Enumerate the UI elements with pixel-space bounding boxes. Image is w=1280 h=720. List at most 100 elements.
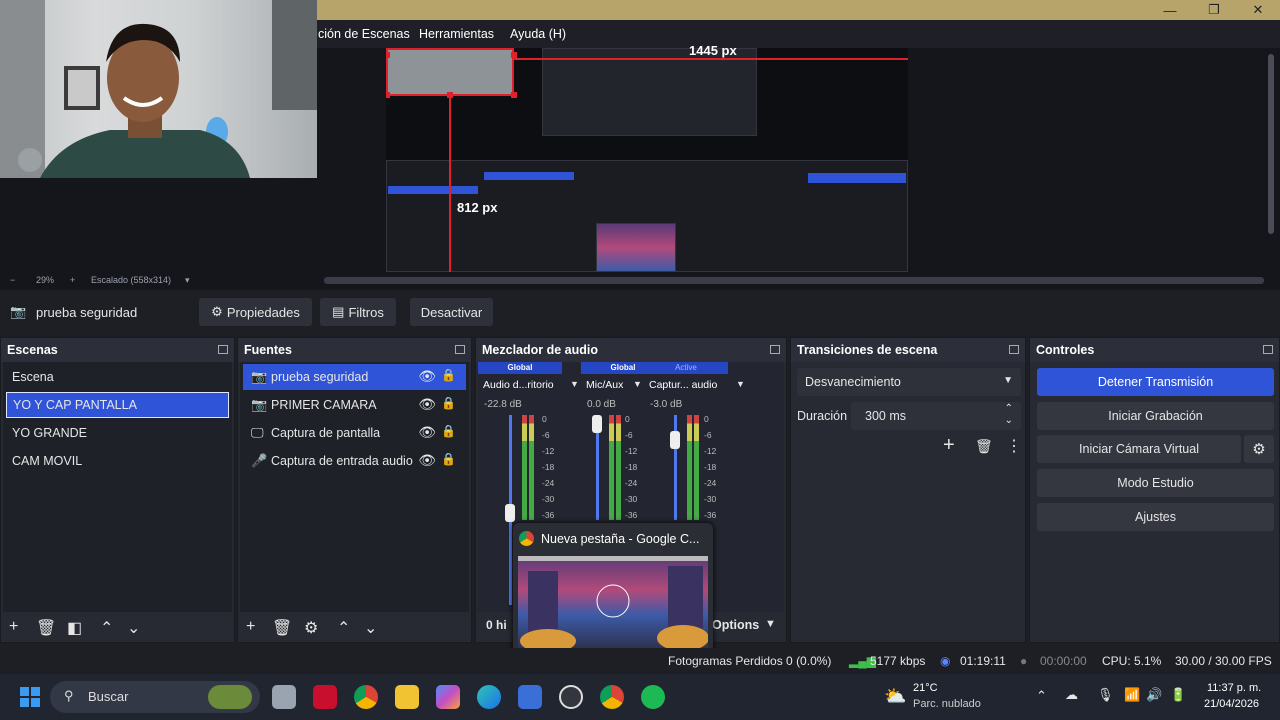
sources-footer: + 🗑 ⚙ ⌃ ⌄ xyxy=(238,612,471,642)
chrome-icon[interactable] xyxy=(354,685,378,709)
zoom-in-button[interactable]: + xyxy=(70,275,75,285)
scene-item[interactable]: Escena xyxy=(6,364,229,390)
move-up-icon[interactable]: ⌃ xyxy=(100,618,113,638)
dropdown-arrow-icon[interactable]: ▼ xyxy=(633,379,642,389)
cloud-icon[interactable]: ☁ xyxy=(1065,687,1078,703)
gear-icon[interactable]: ⚙ xyxy=(304,618,318,638)
battery-icon[interactable]: 🔋 xyxy=(1170,687,1186,703)
lock-icon[interactable]: 🔒 xyxy=(441,452,456,466)
zoom-out-button[interactable]: − xyxy=(10,275,15,285)
chevron-up-icon[interactable]: ⌃ xyxy=(1005,403,1013,414)
scene-item-selected[interactable]: YO Y CAP PANTALLA xyxy=(6,392,229,418)
menu-scene-collection[interactable]: ción de Escenas xyxy=(318,27,410,41)
more-options-icon[interactable]: ⋮ xyxy=(1006,436,1022,456)
lock-icon[interactable]: 🔒 xyxy=(441,396,456,410)
move-down-icon[interactable]: ⌄ xyxy=(127,618,140,638)
menu-tools[interactable]: Herramientas xyxy=(419,27,494,41)
city-illustration xyxy=(518,556,709,653)
source-item-selected[interactable]: 📷 prueba seguridad 👁 🔒 xyxy=(243,364,466,390)
delete-transition-icon[interactable]: 🗑 xyxy=(975,438,993,455)
scene-item[interactable]: CAM MOVIL xyxy=(6,448,229,474)
wifi-icon[interactable]: 📶 xyxy=(1124,687,1140,703)
properties-button[interactable]: ⚙ Propiedades xyxy=(199,298,312,326)
resize-handle[interactable] xyxy=(386,52,390,58)
delete-source-icon[interactable]: 🗑 xyxy=(272,618,292,638)
add-source-icon[interactable]: + xyxy=(246,618,255,636)
add-transition-icon[interactable]: + xyxy=(943,434,955,457)
gear-icon[interactable]: ⚙ xyxy=(1244,435,1274,463)
move-up-icon[interactable]: ⌃ xyxy=(337,618,350,638)
preview-canvas[interactable] xyxy=(386,48,908,272)
undock-icon[interactable] xyxy=(1263,345,1273,354)
spotify-icon[interactable] xyxy=(641,685,665,709)
mixer-options-button[interactable]: Options xyxy=(712,618,759,632)
lock-icon[interactable]: 🔒 xyxy=(441,368,456,382)
chevron-up-icon[interactable]: ⌃ xyxy=(1036,688,1047,704)
undock-icon[interactable] xyxy=(1009,345,1019,354)
deactivate-button[interactable]: Desactivar xyxy=(410,298,493,326)
minimize-button[interactable]: — xyxy=(1150,0,1190,20)
clock-date[interactable]: 21/04/2026 xyxy=(1204,698,1259,710)
eye-icon[interactable]: 👁 xyxy=(418,452,436,469)
channel-name: Mic/Aux xyxy=(586,379,624,391)
volume-slider-knob[interactable] xyxy=(505,504,515,523)
move-down-icon[interactable]: ⌄ xyxy=(364,618,377,638)
duration-stepper[interactable]: 300 ms ⌃ ⌄ xyxy=(851,402,1021,430)
search-box[interactable]: ⚲ Buscar xyxy=(50,681,260,713)
zoom-level: 29% xyxy=(36,275,55,285)
dropdown-arrow-icon[interactable]: ▼ xyxy=(570,379,579,389)
undock-icon[interactable] xyxy=(455,345,465,354)
undock-icon[interactable] xyxy=(770,345,780,354)
studio-mode-button[interactable]: Modo Estudio xyxy=(1037,469,1274,497)
chrome-profile-icon[interactable] xyxy=(600,685,624,709)
volume-slider-knob[interactable] xyxy=(592,415,602,433)
guide-line-horizontal xyxy=(514,58,908,60)
source-item[interactable]: 🖵 Captura de pantalla 👁 🔒 xyxy=(243,420,466,446)
scale-dropdown[interactable]: ▾ xyxy=(185,275,190,286)
maximize-button[interactable]: ❐ xyxy=(1194,0,1234,20)
undock-icon[interactable] xyxy=(218,345,228,354)
eye-icon[interactable]: 👁 xyxy=(418,396,436,413)
filter-icon[interactable]: ◧ xyxy=(67,618,82,638)
windows-start-icon[interactable] xyxy=(20,687,40,707)
resize-handle[interactable] xyxy=(386,92,390,98)
settings-button[interactable]: Ajustes xyxy=(1037,503,1274,531)
file-explorer-icon[interactable] xyxy=(395,685,419,709)
chevron-down-icon[interactable]: ⌄ xyxy=(1005,415,1013,426)
copilot-icon[interactable] xyxy=(436,685,460,709)
preview-horizontal-scrollbar[interactable] xyxy=(324,277,1264,284)
selected-source-box[interactable] xyxy=(386,48,514,96)
channel-name: Audio d...ritorio xyxy=(483,379,554,391)
resize-handle[interactable] xyxy=(511,92,517,98)
eye-icon[interactable]: 👁 xyxy=(418,368,436,385)
eye-icon[interactable]: 👁 xyxy=(418,424,436,441)
stop-streaming-button[interactable]: Detener Transmisión xyxy=(1037,368,1274,396)
preview-vertical-scrollbar[interactable] xyxy=(1268,54,1274,234)
mcafee-icon[interactable] xyxy=(313,685,337,709)
store-icon[interactable] xyxy=(518,685,542,709)
close-button[interactable]: ✕ xyxy=(1238,0,1278,20)
delete-scene-icon[interactable]: 🗑 xyxy=(36,618,56,638)
clock-time[interactable]: 11:37 p. m. xyxy=(1207,682,1261,694)
volume-icon[interactable]: 🔊 xyxy=(1146,687,1162,703)
source-item[interactable]: 🎤 Captura de entrada audio 👁 🔒 xyxy=(243,448,466,474)
menu-help[interactable]: Ayuda (H) xyxy=(510,27,566,41)
stream-icon: ◉ xyxy=(940,654,951,668)
volume-slider-knob[interactable] xyxy=(670,430,680,449)
chevron-down-icon[interactable]: ▼ xyxy=(765,618,776,630)
microphone-icon[interactable]: 🎙 xyxy=(1097,687,1114,703)
start-recording-button[interactable]: Iniciar Grabación xyxy=(1037,402,1274,430)
start-virtual-camera-button[interactable]: Iniciar Cámara Virtual xyxy=(1037,435,1241,463)
lock-icon[interactable]: 🔒 xyxy=(441,424,456,438)
add-scene-icon[interactable]: + xyxy=(9,618,18,636)
transition-select[interactable]: Desvanecimiento ▼ xyxy=(797,368,1021,396)
edge-icon[interactable] xyxy=(477,685,501,709)
source-item[interactable]: 📷 PRIMER CAMARA 👁 🔒 xyxy=(243,392,466,418)
filters-button[interactable]: ▤ Filtros xyxy=(320,298,396,326)
browser-thumbnail[interactable] xyxy=(518,556,709,654)
scene-item[interactable]: YO GRANDE xyxy=(6,420,229,446)
dropdown-arrow-icon[interactable]: ▼ xyxy=(736,379,745,389)
task-view-icon[interactable] xyxy=(272,685,296,709)
obs-icon[interactable] xyxy=(559,685,583,709)
taskbar-preview-popup[interactable]: Nueva pestaña - Google C... xyxy=(513,523,713,658)
